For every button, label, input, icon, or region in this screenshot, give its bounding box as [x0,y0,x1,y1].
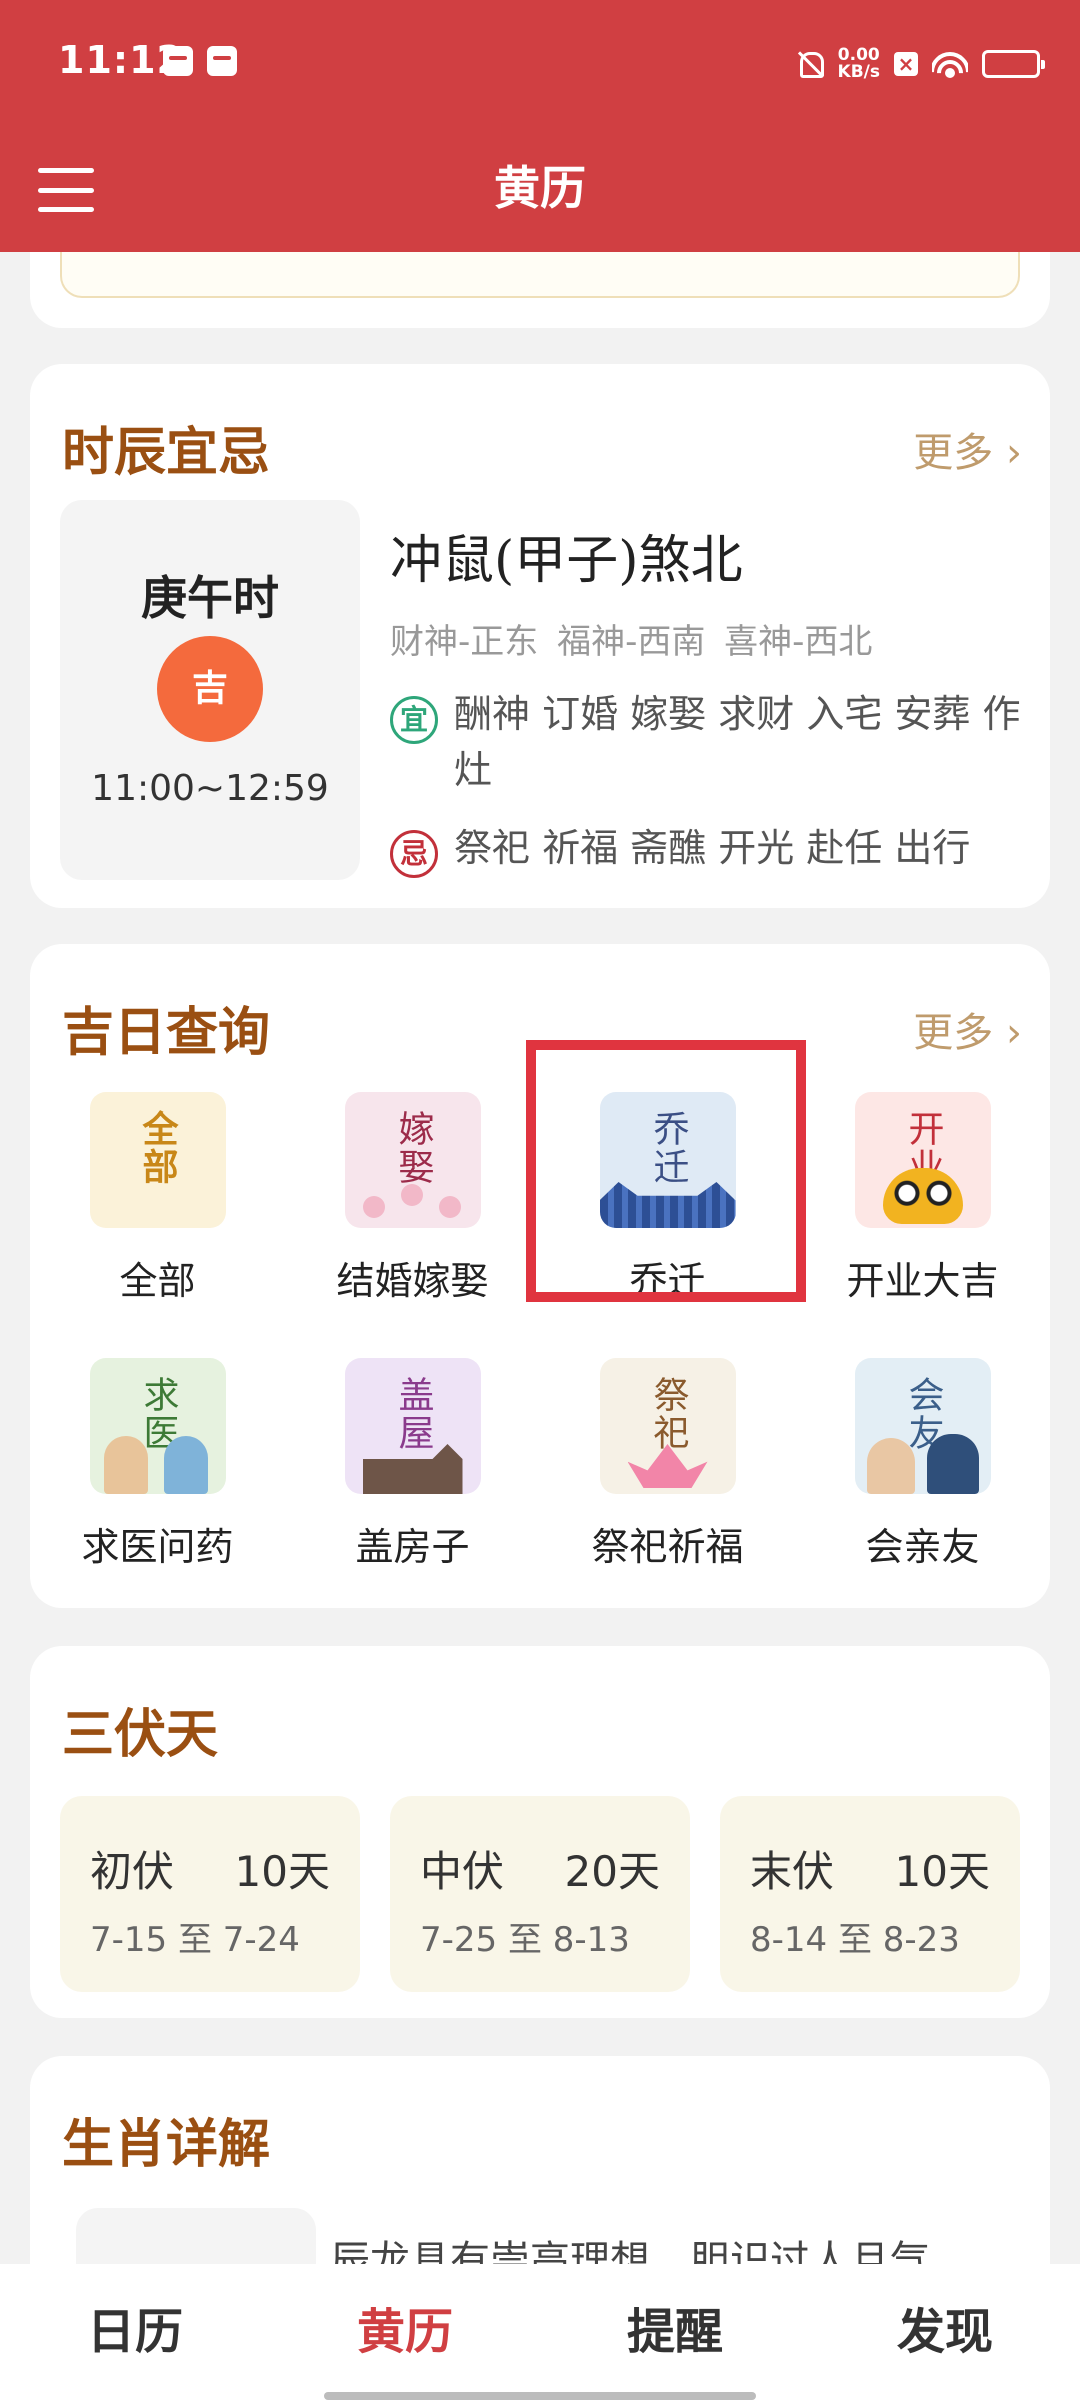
jiri-item-label: 盖房子 [355,1525,470,1569]
jiri-item-medicine[interactable]: 求医 求医问药 [30,1358,285,1582]
jiri-item-opening[interactable]: 开业 开业大吉 [795,1092,1050,1316]
jiri-item-label: 祭祀祈福 [591,1525,744,1569]
chong-sha-text: 冲鼠(甲子)煞北 [390,531,743,591]
jiri-item-label: 会亲友 [865,1525,980,1569]
jiri-item-house[interactable]: 盖屋 盖房子 [285,1358,540,1582]
ji-badge: 忌 [390,830,438,878]
sanfu-section-title: 三伏天 [62,1705,219,1765]
top-bar: 11:12 0.00 KB/s × 黄历 [0,0,1080,252]
shichen-time-range: 11:00~12:59 [91,768,329,809]
friends-icon: 会友 [854,1358,991,1494]
ji-row: 忌 祭祀 祈福 斋醮 开光 赴任 出行 [390,820,1030,878]
no-sim-icon: × [894,52,918,76]
all-icon-glyph: 全部 [136,1110,179,1186]
period-name: 中伏 [420,1847,505,1896]
ji-text: 祭祀 祈福 斋醮 开光 赴任 出行 [454,826,971,870]
jiri-item-friends[interactable]: 会友 会亲友 [795,1358,1050,1582]
medicine-doctor-icon: 求医 [89,1358,226,1494]
network-speed: 0.00 KB/s [838,47,880,81]
period-name: 初伏 [90,1847,175,1896]
shichen-card: 时辰宜忌 更多 › 庚午时 吉 11:00~12:59 冲鼠(甲子)煞北 财神-… [30,364,1050,908]
nav-item-almanac[interactable]: 黄历 [270,2264,540,2408]
yi-badge: 宜 [390,696,438,744]
jiri-item-move[interactable]: 乔迁 乔迁 [540,1092,795,1316]
nav-item-reminder[interactable]: 提醒 [540,2264,810,2408]
period-range: 8-14 至 8-23 [750,1920,960,1960]
home-indicator[interactable] [324,2392,756,2400]
jiri-grid: 全部 全部 嫁娶 结婚嫁娶 乔迁 乔迁 开业 开业大吉 求医 求医问药 盖屋 盖… [30,1092,1050,1582]
sanfu-card: 三伏天 初伏 10天 7-15 至 7-24 中伏 20天 7-25 至 8-1… [30,1646,1050,2018]
sanfu-periods: 初伏 10天 7-15 至 7-24 中伏 20天 7-25 至 8-13 末伏… [60,1796,1020,1992]
jiri-item-label: 求医问药 [81,1525,234,1569]
sacrifice-icon-glyph: 祭祀 [647,1376,689,1452]
network-speed-unit: KB/s [837,62,880,82]
house-icon: 盖屋 [344,1358,481,1494]
jiri-section-title: 吉日查询 [62,1003,271,1063]
yi-row: 宜 酬神 订婚 嫁娶 求财 入宅 安葬 作灶 [390,686,1030,798]
period-range: 7-25 至 8-13 [420,1920,630,1960]
jiri-item-all[interactable]: 全部 全部 [30,1092,285,1316]
current-shichen[interactable]: 庚午时 吉 11:00~12:59 [60,500,360,880]
move-icon-glyph: 乔迁 [647,1110,689,1186]
period-days: 10天 [894,1847,990,1896]
period-days: 10天 [234,1847,330,1896]
mail-notification-icon [163,46,193,76]
shichen-section-title: 时辰宜忌 [62,423,271,483]
period-range: 7-15 至 7-24 [90,1920,300,1960]
wedding-icon-glyph: 嫁娶 [392,1110,434,1186]
luck-badge: 吉 [157,636,263,742]
wedding-blossom-icon: 嫁娶 [344,1092,481,1228]
jiri-item-wedding[interactable]: 嫁娶 结婚嫁娶 [285,1092,540,1316]
all-icon: 全部 [89,1092,226,1228]
move-roof-icon: 乔迁 [599,1092,736,1228]
sanfu-period-mofu[interactable]: 末伏 10天 8-14 至 8-23 [720,1796,1020,1992]
shichen-more-link[interactable]: 更多 › [913,420,1022,478]
battery-icon [982,50,1045,78]
status-bar: 11:12 0.00 KB/s × [0,0,1080,126]
period-name: 末伏 [750,1847,835,1896]
app-bar: 黄历 [0,126,1080,252]
lotus-icon: 祭祀 [599,1358,736,1494]
nav-item-calendar[interactable]: 日历 [0,2264,270,2408]
jiri-item-label: 开业大吉 [846,1259,999,1303]
opening-lion-icon: 开业 [854,1092,991,1228]
jiri-card: 吉日查询 更多 › 全部 全部 嫁娶 结婚嫁娶 乔迁 乔迁 开业 开业大吉 求医… [30,944,1050,1608]
zodiac-section-title: 生肖详解 [62,2115,271,2175]
mute-bell-icon [794,49,824,79]
nav-item-discover[interactable]: 发现 [810,2264,1080,2408]
wifi-icon [932,50,968,78]
calendar-notification-icon [207,46,237,76]
house-icon-glyph: 盖屋 [392,1376,434,1452]
jiri-item-label: 结婚嫁娶 [336,1259,489,1303]
sanfu-period-zhongfu[interactable]: 中伏 20天 7-25 至 8-13 [390,1796,690,1992]
shichen-name: 庚午时 [141,571,279,625]
jiri-item-sacrifice[interactable]: 祭祀 祭祀祈福 [540,1358,795,1582]
period-days: 20天 [564,1847,660,1896]
status-icons: 0.00 KB/s × [794,44,1045,84]
jiri-item-label: 全部 [119,1259,196,1303]
sanfu-period-chufu[interactable]: 初伏 10天 7-15 至 7-24 [60,1796,360,1992]
gods-direction-text: 财神-正东 福神-西南 喜神-西北 [390,622,873,662]
jiri-item-label: 乔迁 [629,1259,706,1303]
jiri-more-link[interactable]: 更多 › [913,1000,1022,1058]
bottom-nav: 日历 黄历 提醒 发现 [0,2264,1080,2408]
page-title: 黄历 [494,161,586,215]
yi-text: 酬神 订婚 嫁娶 求财 入宅 安葬 作灶 [454,692,1021,792]
